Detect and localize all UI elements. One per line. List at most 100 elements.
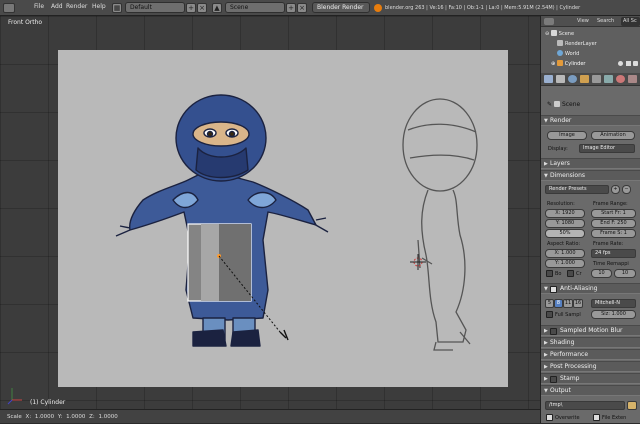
screen-layout-icon[interactable]: ▦ [112, 3, 122, 13]
end-frame-field[interactable]: End F: 250 [591, 219, 636, 228]
performance-header[interactable]: ▶ Performance [541, 349, 640, 360]
modifier-tab-icon[interactable] [604, 75, 613, 83]
output-path-field[interactable]: /tmp\ [545, 401, 625, 410]
display-label: Display: [548, 146, 568, 152]
display-select[interactable]: Image Editor [579, 144, 635, 153]
delete-scene-button[interactable]: × [297, 3, 307, 13]
file-extensions-checkbox[interactable] [593, 414, 600, 421]
full-sample-checkbox[interactable] [546, 311, 553, 318]
aa-samples-8[interactable]: 8 [554, 299, 563, 308]
crop-label: Cr [576, 271, 582, 277]
aa-samples-5[interactable]: 5 [545, 299, 554, 308]
outliner-filter-select[interactable]: All Sc [621, 17, 640, 26]
aspect-x-field[interactable]: X: 1.000 [545, 249, 585, 258]
motion-blur-checkbox[interactable] [550, 328, 557, 335]
material-tab-icon[interactable] [616, 75, 625, 83]
scene-icon[interactable]: ▲ [212, 3, 222, 13]
world-tab-icon[interactable] [568, 75, 577, 83]
frame-rate-select[interactable]: 24 fps [591, 249, 636, 258]
render-panel-header[interactable]: ▼ Render [541, 115, 640, 126]
time-remapping-label: Time Remappi [593, 261, 629, 267]
outliner-panel: View Search All Sc ⊖ Scene RenderLayer W… [540, 16, 640, 73]
dimensions-panel-header[interactable]: ▼ Dimensions [541, 170, 640, 181]
blender-logo-icon [374, 4, 382, 12]
menu-render[interactable]: Render [66, 3, 87, 10]
info-stats: blender.org 263 | Ve:16 | Fa:10 | Ob:1-1… [385, 5, 581, 11]
render-tab-icon[interactable] [544, 75, 553, 83]
world-icon [557, 50, 563, 56]
stamp-checkbox[interactable] [550, 376, 557, 383]
scene-tab-icon[interactable] [556, 75, 565, 83]
add-preset-button[interactable]: + [611, 185, 620, 194]
render-image-button[interactable]: Image [547, 131, 587, 140]
border-label: Bo [555, 271, 562, 277]
3d-viewport[interactable]: Front Ortho (1) Cylinder [0, 16, 540, 409]
crop-checkbox[interactable] [567, 270, 574, 277]
overwrite-checkbox[interactable] [546, 414, 553, 421]
outliner-item-world[interactable]: World [557, 50, 579, 57]
render-engine-select[interactable]: Blender Render [312, 2, 370, 13]
menu-add[interactable]: Add [51, 3, 63, 10]
remap-new-field[interactable]: 10 [614, 269, 636, 278]
shading-header[interactable]: ▶ Shading [541, 337, 640, 348]
resolution-percent-field[interactable]: 50% [545, 229, 585, 238]
render-animation-button[interactable]: Animation [591, 131, 635, 140]
remove-preset-button[interactable]: − [622, 185, 631, 194]
header-status-bar: Scale X: 1.0000 Y: 1.0000 Z: 1.0000 [0, 409, 540, 423]
layers-panel-header[interactable]: ▶ Layers [541, 158, 640, 169]
full-sample-label: Full Sampl [555, 312, 581, 318]
outliner-editor-icon[interactable] [544, 18, 554, 25]
filter-size-field[interactable]: Siz: 1.000 [591, 310, 636, 319]
render-presets-select[interactable]: Render Presets [545, 185, 609, 194]
remap-old-field[interactable]: 10 [591, 269, 612, 278]
camera-render-icon[interactable] [633, 61, 638, 66]
aa-filter-select[interactable]: Mitchell-N [591, 299, 636, 308]
scene-icon [553, 101, 560, 107]
texture-tab-icon[interactable] [628, 75, 637, 83]
frame-step-field[interactable]: Frame S: 1 [591, 229, 636, 238]
anti-aliasing-checkbox[interactable] [550, 286, 557, 293]
add-layout-button[interactable]: + [186, 3, 196, 13]
reference-image [115, 94, 478, 351]
info-header: File Add Render Help ▦ Default + × ▲ Sce… [0, 0, 640, 16]
start-frame-field[interactable]: Start Fr: 1 [591, 209, 636, 218]
anti-aliasing-panel-header[interactable]: ▼ Anti-Aliasing [541, 283, 640, 294]
resolution-label: Resolution: [547, 201, 575, 207]
outliner-item-cylinder[interactable]: ⊕ Cylinder [551, 60, 585, 67]
context-path: ✎ Scene [547, 101, 581, 108]
aspect-y-field[interactable]: Y: 1.000 [545, 259, 585, 268]
border-checkbox[interactable] [546, 270, 553, 277]
object-tab-icon[interactable] [580, 75, 589, 83]
resolution-y-field[interactable]: Y: 1080 [545, 219, 585, 228]
stamp-header[interactable]: ▶ Stamp [541, 373, 640, 384]
folder-browse-icon[interactable] [627, 401, 637, 410]
frame-range-label: Frame Range: [593, 201, 628, 207]
eye-icon[interactable] [618, 61, 623, 66]
outliner-item-scene[interactable]: ⊖ Scene [545, 30, 574, 37]
editor-type-icon[interactable] [3, 3, 15, 13]
output-header[interactable]: ▼ Output [541, 385, 640, 396]
aa-samples-11[interactable]: 11 [563, 299, 573, 308]
overwrite-label: Overwrite [555, 415, 580, 421]
resolution-x-field[interactable]: X: 1920 [545, 209, 585, 218]
delete-layout-button[interactable]: × [197, 3, 207, 13]
properties-panel: ✎ Scene ▼ Render Image Animation Display:… [540, 73, 640, 423]
sampled-motion-blur-header[interactable]: ▶ Sampled Motion Blur [541, 325, 640, 336]
menu-help[interactable]: Help [92, 3, 106, 10]
constraint-tab-icon[interactable] [592, 75, 601, 83]
outliner-search-menu[interactable]: Search [597, 18, 614, 24]
view-name: Front Ortho [8, 19, 43, 26]
restrict-select-icon[interactable] [626, 61, 631, 66]
aspect-ratio-label: Aspect Ratio: [547, 241, 581, 247]
menu-file[interactable]: File [34, 3, 44, 10]
add-scene-button[interactable]: + [286, 3, 296, 13]
3d-cursor [410, 254, 426, 270]
outliner-item-renderlayer[interactable]: RenderLayer [557, 40, 597, 47]
scene-field[interactable]: Scene [225, 2, 285, 13]
outliner-view-menu[interactable]: View [577, 18, 589, 24]
post-processing-header[interactable]: ▶ Post Processing [541, 361, 640, 372]
screen-layout-field[interactable]: Default [125, 2, 185, 13]
aa-samples-16[interactable]: 16 [573, 299, 583, 308]
file-extensions-label: File Exten [602, 415, 627, 421]
camera-frame [58, 50, 508, 387]
